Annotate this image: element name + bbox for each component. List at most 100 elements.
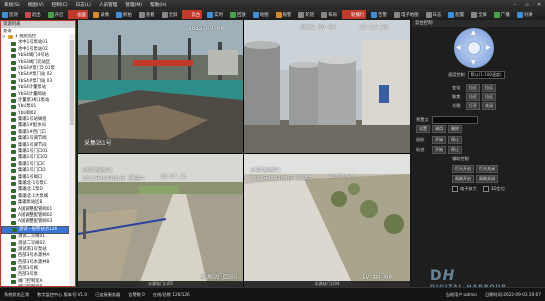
video-pane-2[interactable]: 2022-09-04 19:24:38 <box>244 20 410 153</box>
zoom-out-button[interactable]: 拉远 <box>482 84 496 92</box>
toolbar-button-3[interactable]: 画面 <box>68 10 89 19</box>
camera-icon <box>11 163 16 167</box>
preset-call-button[interactable]: 调用 <box>432 125 446 133</box>
preset-select[interactable] <box>432 116 478 124</box>
camera-icon <box>12 227 17 232</box>
track-start-button[interactable]: 开始 <box>432 146 446 154</box>
iris-open-button[interactable]: 打开 <box>466 102 480 110</box>
device-tree: ⊟ 1 视频监控 水中1号泵站01 水中1号泵站02 YbS4阀门4号站 YbS4阀门北站… <box>1 34 69 286</box>
camera-icon <box>11 273 16 278</box>
3d-position-checkbox[interactable] <box>482 186 489 192</box>
track-stop-button[interactable]: 停止 <box>448 146 462 154</box>
toolbar-label-14: 布局 <box>328 12 337 18</box>
tree-scrollbar[interactable] <box>69 34 75 286</box>
menu-item-help[interactable]: 帮助(H) <box>146 2 170 8</box>
toolbar-button-14[interactable]: 布局 <box>319 10 339 19</box>
ptz-center-button[interactable] <box>467 41 481 55</box>
focus-near-button[interactable]: 拉近 <box>466 93 480 101</box>
camera-icon <box>11 99 16 104</box>
ptz-direction-pad[interactable]: ▲ ▼ ◀ ▶ <box>454 28 494 68</box>
toolbar-button-4[interactable]: 录像 <box>91 10 111 19</box>
preset-delete-button[interactable]: 删除 <box>448 125 462 133</box>
toolbar-button-9[interactable]: 实时 <box>205 10 225 19</box>
wiper-on-button[interactable]: 雨刷开启 <box>452 175 474 183</box>
ptz-up-arrow-icon[interactable]: ▲ <box>471 29 476 36</box>
wiper-off-button[interactable]: 雨刷关闭 <box>476 175 498 183</box>
toolbar-button-8[interactable]: 云台 <box>182 10 203 19</box>
video-pane-1[interactable]: 2022-09-04 采集站1号 <box>78 20 243 153</box>
toolbar-button-18[interactable]: 日志 <box>424 10 444 19</box>
status-bar: 系统状态正常 数字监控中心 版本号:V1.0 已连接服务器 告警数 0 在线/总… <box>0 287 545 301</box>
focus-row: 聚焦 拉近 拉远 <box>452 93 498 101</box>
toolbar-icon-19 <box>448 11 455 18</box>
toolbar-icon-11 <box>252 11 259 18</box>
zoom-in-button[interactable]: 拉近 <box>466 84 480 92</box>
cruise-stop-button[interactable]: 停止 <box>448 136 462 144</box>
iris-close-button[interactable]: 关闭 <box>482 102 496 110</box>
toolbar-label-16: 告警 <box>378 12 387 18</box>
toolbar-icon-4 <box>93 11 100 18</box>
status-system: 系统状态正常 <box>4 291 30 297</box>
collapse-icon[interactable]: ⊟ <box>2 34 5 40</box>
toolbar-button-7[interactable]: 全屏 <box>160 10 180 19</box>
camera-icon <box>11 60 16 65</box>
light-off-button[interactable]: 灯光关闭 <box>476 165 498 173</box>
toolbar-icon-10 <box>229 11 236 18</box>
toolbar-label-22: 对讲 <box>523 12 533 18</box>
resource-panel: 资源列表 查询 ⊟ 1 视频监控 水中1号泵站01 水中1号泵站02 YbS4阀门4号站… <box>0 20 76 287</box>
toolbar-button-11[interactable]: 地图 <box>251 10 271 19</box>
toolbar-button-19[interactable]: 配置 <box>446 10 466 19</box>
camera-icon <box>11 86 16 91</box>
digital-zoom-checkbox[interactable] <box>452 186 458 192</box>
toolbar-button-20[interactable]: 全屏 <box>469 10 489 19</box>
minimize-button[interactable]: – <box>509 2 521 8</box>
speed-select[interactable]: 默认(1-100速度) <box>467 71 505 79</box>
toolbar-button-16[interactable]: 告警 <box>369 10 389 19</box>
preset-set-button[interactable]: 设置 <box>416 125 430 133</box>
camera-icon <box>11 131 16 136</box>
toolbar-label-10: 回放 <box>236 12 246 18</box>
toolbar-button-6[interactable]: 查看 <box>137 10 157 19</box>
toolbar-button-12[interactable]: 报警 <box>274 10 294 19</box>
menu-item-log[interactable]: 日志(L) <box>72 2 95 8</box>
tree-node[interactable]: 阀门控制室B <box>1 285 69 286</box>
menu-item-control[interactable]: 控制(C) <box>48 2 72 8</box>
video-pane-4[interactable]: 2022年09月03日 星期六 20:07:25 水源站监控1 IV 井门04 … <box>244 154 410 287</box>
focus-far-button[interactable]: 拉远 <box>482 93 496 101</box>
toolbar-button-15[interactable]: 轮播行 <box>341 10 367 19</box>
tree-node[interactable]: 测试一报警站点126 <box>1 225 69 235</box>
video-pane-3[interactable]: 2022年09月03日 星期六 20:07:25 水源地监控1 水源站门口05 … <box>78 154 243 287</box>
toolbar-button-0[interactable]: 监测 <box>0 10 20 19</box>
toolbar-icon-6 <box>138 11 145 18</box>
menu-item-system[interactable]: 系统(S) <box>0 2 24 8</box>
toolbar-button-10[interactable]: 回放 <box>228 10 248 19</box>
toolbar-button-1[interactable]: 退出 <box>23 10 43 19</box>
toolbar-label-4: 录像 <box>100 12 109 18</box>
camera-icon <box>11 41 16 46</box>
toolbar-button-22[interactable]: 对讲 <box>515 10 535 19</box>
menu-item-view[interactable]: 视图(V) <box>24 2 48 8</box>
camera-icon <box>11 214 16 219</box>
options-row: 电子放大 3D定位 <box>452 186 505 192</box>
toolbar-button-13[interactable]: 轮巡 <box>296 10 316 19</box>
camera-icon <box>11 150 16 155</box>
ptz-left-arrow-icon[interactable]: ◀ <box>456 44 461 51</box>
toolbar-button-5[interactable]: 抓拍 <box>114 10 134 19</box>
toolbar-button-2[interactable]: 开启 <box>46 10 66 19</box>
camera-icon <box>11 207 16 212</box>
toolbar-button-21[interactable]: 广播 <box>492 10 512 19</box>
ptz-down-arrow-icon[interactable]: ▼ <box>471 59 476 66</box>
toolbar-icon-17 <box>393 11 400 18</box>
light-on-button[interactable]: 灯光开启 <box>452 165 474 173</box>
menu-item-manage[interactable]: 管理(M) <box>121 2 146 8</box>
camera-icon <box>11 241 16 246</box>
toolbar-icon-3 <box>70 11 77 18</box>
maximize-button[interactable]: ▫ <box>521 2 533 8</box>
close-button[interactable]: ✕ <box>533 2 545 8</box>
menu-item-personnel[interactable]: 人员管理 <box>95 2 121 8</box>
cruise-start-button[interactable]: 开始 <box>432 136 446 144</box>
toolbar-button-17[interactable]: 电子地图 <box>392 10 421 19</box>
tree-scrollbar-thumb[interactable] <box>70 40 74 125</box>
camera-icon <box>11 248 16 253</box>
ptz-right-arrow-icon[interactable]: ▶ <box>486 44 491 51</box>
